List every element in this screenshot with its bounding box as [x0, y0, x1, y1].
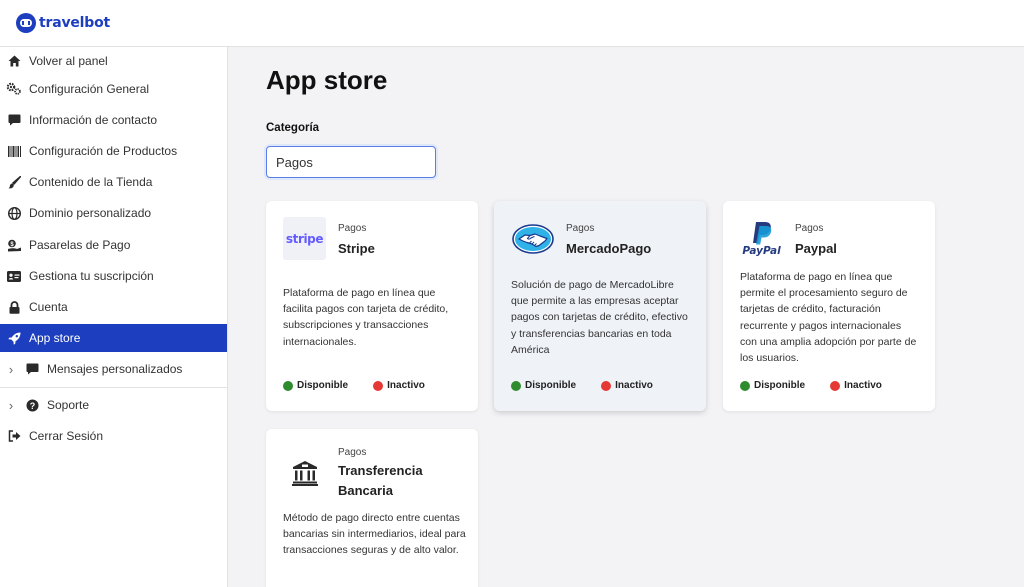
bank-icon: [283, 451, 326, 494]
top-bar: travelbot: [0, 0, 1024, 47]
sidebar: Volver al panel Configuración General In…: [0, 47, 228, 587]
robot-logo-icon: [16, 13, 36, 33]
rocket-icon: [6, 330, 22, 346]
stripe-logo: stripe: [283, 217, 326, 260]
sidebar-item-mensajes-personalizados[interactable]: › Mensajes personalizados: [0, 355, 227, 383]
sign-out-icon: [6, 428, 22, 444]
app-card-transferencia-bancaria[interactable]: Pagos Transferencia Bancaria Método de p…: [266, 429, 478, 587]
sidebar-item-label: Información de contacto: [29, 113, 158, 127]
paypal-wordmark: PayPal: [742, 244, 781, 257]
app-card-paypal[interactable]: PayPal Pagos Paypal Plataforma de pago e…: [723, 201, 935, 411]
sidebar-item-label: Mensajes personalizados: [47, 362, 183, 376]
sidebar-item-contenido-de-la-tienda[interactable]: Contenido de la Tienda: [0, 168, 227, 196]
status-available: Disponible: [740, 380, 805, 391]
card-category: Pagos: [795, 223, 824, 234]
sidebar-item-label: App store: [29, 331, 81, 345]
paypal-logo: PayPal: [740, 217, 783, 260]
app-card-stripe[interactable]: stripe Pagos Stripe Plataforma de pago e…: [266, 201, 478, 411]
green-dot-icon: [283, 380, 293, 391]
card-status-row: Disponible Inactivo: [283, 380, 425, 391]
lock-icon: [6, 299, 22, 315]
card-title: MercadoPago: [566, 241, 652, 256]
red-dot-icon: [373, 380, 384, 391]
question-circle-icon: ?: [24, 397, 40, 413]
status-inactive: Inactivo: [373, 380, 425, 391]
sidebar-item-label: Configuración General: [29, 82, 150, 96]
status-inactive-label: Inactivo: [844, 380, 882, 391]
chevron-right-icon[interactable]: ›: [6, 362, 16, 377]
status-available-label: Disponible: [525, 380, 577, 391]
sidebar-item-label: Gestiona tu suscripción: [29, 269, 154, 283]
sidebar-item-gestiona-tu-suscripcion[interactable]: Gestiona tu suscripción: [0, 262, 227, 290]
sidebar-item-label: Pasarelas de Pago: [29, 238, 131, 252]
sidebar-item-app-store[interactable]: App store: [0, 324, 227, 352]
card-category: Pagos: [338, 447, 367, 458]
comment-icon: [6, 112, 22, 128]
id-card-icon: [6, 268, 22, 284]
home-icon: [6, 53, 22, 69]
money-icon: $: [6, 237, 22, 253]
sidebar-item-label: Contenido de la Tienda: [29, 175, 153, 189]
card-description: Método de pago directo entre cuentas ban…: [283, 512, 466, 557]
sidebar-divider: [0, 387, 227, 388]
mercadopago-handshake-logo: [511, 217, 554, 260]
sidebar-item-label: Soporte: [47, 398, 90, 412]
green-dot-icon: [740, 380, 750, 391]
sidebar-item-label: Volver al panel: [29, 54, 108, 68]
status-inactive-label: Inactivo: [387, 380, 425, 391]
card-category: Pagos: [338, 223, 367, 234]
status-available-label: Disponible: [297, 380, 349, 391]
sidebar-item-label: Configuración de Productos: [29, 144, 178, 158]
status-inactive-label: Inactivo: [615, 380, 653, 391]
page-title: App store: [266, 65, 388, 95]
sidebar-item-label: Cerrar Sesión: [29, 429, 104, 443]
status-inactive: Inactivo: [601, 380, 653, 391]
sidebar-item-dominio-personalizado[interactable]: Dominio personalizado: [0, 199, 227, 227]
sidebar-item-pasarelas-de-pago[interactable]: $ Pasarelas de Pago: [0, 231, 227, 259]
card-status-row: Disponible Inactivo: [740, 380, 882, 391]
comment-icon: [24, 361, 40, 377]
sidebar-item-label: Cuenta: [29, 300, 68, 314]
red-dot-icon: [601, 380, 612, 391]
cogs-icon: [6, 81, 22, 97]
sidebar-item-configuracion-de-productos[interactable]: Configuración de Productos: [0, 137, 227, 165]
status-available: Disponible: [283, 380, 348, 391]
category-input[interactable]: [266, 146, 436, 178]
travelbot-logo[interactable]: travelbot: [16, 13, 110, 33]
card-title: Paypal: [795, 241, 837, 256]
sidebar-item-informacion-de-contacto[interactable]: Información de contacto: [0, 106, 227, 134]
category-label: Categoría: [266, 122, 320, 134]
barcode-icon: [6, 143, 22, 159]
brand-name: travelbot: [39, 15, 110, 31]
card-title: Transferencia Bancaria: [338, 463, 423, 498]
sidebar-item-cerrar-sesion[interactable]: Cerrar Sesión: [0, 422, 227, 450]
stripe-logo-text: stripe: [283, 217, 326, 260]
status-available-label: Disponible: [754, 380, 806, 391]
status-inactive: Inactivo: [830, 380, 882, 391]
main-content: App store Categoría stripe Pagos Stripe …: [228, 47, 1024, 587]
status-available: Disponible: [511, 380, 576, 391]
sidebar-item-configuracion-general[interactable]: Configuración General: [0, 75, 227, 103]
app-card-mercadopago[interactable]: Pagos MercadoPago Solución de pago de Me…: [494, 201, 706, 411]
green-dot-icon: [511, 380, 521, 391]
globe-icon: [6, 205, 22, 221]
svg-text:?: ?: [29, 400, 35, 410]
sidebar-item-volver-al-panel[interactable]: Volver al panel: [0, 47, 227, 75]
sidebar-item-cuenta[interactable]: Cuenta: [0, 293, 227, 321]
sidebar-item-label: Dominio personalizado: [29, 206, 152, 220]
card-status-row: Disponible Inactivo: [511, 380, 653, 391]
sidebar-item-soporte[interactable]: › ? Soporte: [0, 391, 227, 419]
card-title: Stripe: [338, 241, 375, 256]
card-description: Solución de pago de MercadoLibre que per…: [511, 279, 688, 356]
paypal-logo-text: PayPal: [742, 245, 780, 257]
brush-icon: [6, 174, 22, 190]
card-description: Plataforma de pago en línea que facilita…: [283, 287, 449, 348]
chevron-right-icon[interactable]: ›: [6, 398, 16, 413]
card-category: Pagos: [566, 223, 595, 234]
card-description: Plataforma de pago en línea que permite …: [740, 271, 917, 365]
red-dot-icon: [830, 380, 841, 391]
